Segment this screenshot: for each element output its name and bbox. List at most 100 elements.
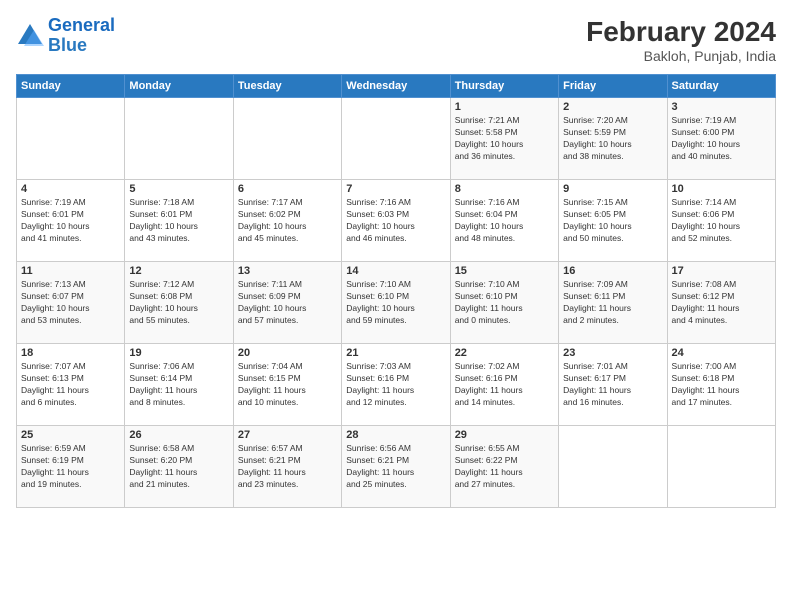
day-number: 15 xyxy=(455,265,554,277)
calendar-cell: 23Sunrise: 7:01 AMSunset: 6:17 PMDayligh… xyxy=(559,344,667,426)
day-info: Sunrise: 7:15 AMSunset: 6:05 PMDaylight:… xyxy=(563,197,662,245)
calendar-cell xyxy=(559,426,667,508)
day-info: Sunrise: 7:02 AMSunset: 6:16 PMDaylight:… xyxy=(455,361,554,409)
day-number: 13 xyxy=(238,265,337,277)
calendar-cell: 13 Sunrise: 7:11 AMSunset: 6:09 PMDayligh… xyxy=(233,262,341,344)
day-info: Sunrise: 7:03 AMSunset: 6:16 PMDaylight:… xyxy=(346,361,445,409)
day-info: Sunrise: 7:11 AMSunset: 6:09 PMDaylight:… xyxy=(238,279,337,327)
calendar-cell: 28Sunrise: 6:56 AMSunset: 6:21 PMDayligh… xyxy=(342,426,450,508)
day-number: 26 xyxy=(129,429,228,441)
calendar-week-3: 11 Sunrise: 7:13 AMSunset: 6:07 PMDayligh… xyxy=(17,262,776,344)
calendar-cell: 25 Sunrise: 6:59 AMSunset: 6:19 PMDayligh… xyxy=(17,426,125,508)
calendar-cell: 16 Sunrise: 7:09 AMSunset: 6:11 PMDayligh… xyxy=(559,262,667,344)
calendar-cell: 14 Sunrise: 7:10 AMSunset: 6:10 PMDayligh… xyxy=(342,262,450,344)
col-sunday: Sunday xyxy=(17,75,125,98)
logo-line1: General xyxy=(48,15,115,35)
logo-icon xyxy=(16,22,44,50)
logo-line2: Blue xyxy=(48,35,87,55)
calendar-cell: 17 Sunrise: 7:08 AMSunset: 6:12 PMDayligh… xyxy=(667,262,775,344)
day-info: Sunrise: 7:16 AMSunset: 6:03 PMDaylight:… xyxy=(346,197,445,245)
page-title: February 2024 xyxy=(586,16,776,48)
calendar-cell: 6 Sunrise: 7:17 AMSunset: 6:02 PMDaylight… xyxy=(233,180,341,262)
day-info: Sunrise: 6:58 AMSunset: 6:20 PMDaylight:… xyxy=(129,443,228,491)
calendar-cell: 19 Sunrise: 7:06 AMSunset: 6:14 PMDayligh… xyxy=(125,344,233,426)
day-number: 25 xyxy=(21,429,120,441)
day-number: 7 xyxy=(346,183,445,195)
calendar-page: General Blue February 2024 Bakloh, Punja… xyxy=(0,0,792,612)
day-number: 16 xyxy=(563,265,662,277)
day-info: Sunrise: 7:10 AMSunset: 6:10 PMDaylight:… xyxy=(346,279,445,327)
calendar-cell: 1 Sunrise: 7:21 AMSunset: 5:58 PMDaylight… xyxy=(450,98,558,180)
day-info: Sunrise: 6:59 AMSunset: 6:19 PMDaylight:… xyxy=(21,443,120,491)
col-saturday: Saturday xyxy=(667,75,775,98)
calendar-cell: 2 Sunrise: 7:20 AMSunset: 5:59 PMDaylight… xyxy=(559,98,667,180)
calendar-cell: 24Sunrise: 7:00 AMSunset: 6:18 PMDayligh… xyxy=(667,344,775,426)
calendar-cell: 22 Sunrise: 7:02 AMSunset: 6:16 PMDayligh… xyxy=(450,344,558,426)
calendar-cell: 11 Sunrise: 7:13 AMSunset: 6:07 PMDayligh… xyxy=(17,262,125,344)
col-friday: Friday xyxy=(559,75,667,98)
header: General Blue February 2024 Bakloh, Punja… xyxy=(16,16,776,64)
day-info: Sunrise: 7:14 AMSunset: 6:06 PMDaylight:… xyxy=(672,197,771,245)
day-info: Sunrise: 7:17 AMSunset: 6:02 PMDaylight:… xyxy=(238,197,337,245)
day-info: Sunrise: 6:55 AMSunset: 6:22 PMDaylight:… xyxy=(455,443,554,491)
day-info: Sunrise: 7:00 AMSunset: 6:18 PMDaylight:… xyxy=(672,361,771,409)
calendar-cell xyxy=(342,98,450,180)
calendar-header-row: Sunday Monday Tuesday Wednesday Thursday… xyxy=(17,75,776,98)
day-number: 2 xyxy=(563,101,662,113)
day-info: Sunrise: 7:04 AMSunset: 6:15 PMDaylight:… xyxy=(238,361,337,409)
calendar-cell: 5Sunrise: 7:18 AMSunset: 6:01 PMDaylight… xyxy=(125,180,233,262)
day-info: Sunrise: 7:21 AMSunset: 5:58 PMDaylight:… xyxy=(455,115,554,163)
day-number: 29 xyxy=(455,429,554,441)
day-info: Sunrise: 6:56 AMSunset: 6:21 PMDaylight:… xyxy=(346,443,445,491)
day-info: Sunrise: 7:08 AMSunset: 6:12 PMDaylight:… xyxy=(672,279,771,327)
day-number: 11 xyxy=(21,265,120,277)
logo: General Blue xyxy=(16,16,115,56)
calendar-table: Sunday Monday Tuesday Wednesday Thursday… xyxy=(16,74,776,508)
day-info: Sunrise: 7:10 AMSunset: 6:10 PMDaylight:… xyxy=(455,279,554,327)
calendar-cell xyxy=(17,98,125,180)
calendar-cell xyxy=(667,426,775,508)
calendar-cell: 12 Sunrise: 7:12 AMSunset: 6:08 PMDayligh… xyxy=(125,262,233,344)
calendar-cell: 18 Sunrise: 7:07 AMSunset: 6:13 PMDayligh… xyxy=(17,344,125,426)
calendar-cell: 26 Sunrise: 6:58 AMSunset: 6:20 PMDayligh… xyxy=(125,426,233,508)
day-info: Sunrise: 7:13 AMSunset: 6:07 PMDaylight:… xyxy=(21,279,120,327)
calendar-week-5: 25 Sunrise: 6:59 AMSunset: 6:19 PMDayligh… xyxy=(17,426,776,508)
calendar-cell: 9Sunrise: 7:15 AMSunset: 6:05 PMDaylight… xyxy=(559,180,667,262)
calendar-week-4: 18 Sunrise: 7:07 AMSunset: 6:13 PMDayligh… xyxy=(17,344,776,426)
day-number: 18 xyxy=(21,347,120,359)
day-number: 19 xyxy=(129,347,228,359)
calendar-cell xyxy=(233,98,341,180)
day-info: Sunrise: 7:12 AMSunset: 6:08 PMDaylight:… xyxy=(129,279,228,327)
calendar-cell xyxy=(125,98,233,180)
day-number: 12 xyxy=(129,265,228,277)
calendar-week-1: 1 Sunrise: 7:21 AMSunset: 5:58 PMDaylight… xyxy=(17,98,776,180)
day-number: 22 xyxy=(455,347,554,359)
calendar-cell: 8Sunrise: 7:16 AMSunset: 6:04 PMDaylight… xyxy=(450,180,558,262)
day-number: 1 xyxy=(455,101,554,113)
day-info: Sunrise: 7:07 AMSunset: 6:13 PMDaylight:… xyxy=(21,361,120,409)
day-info: Sunrise: 7:06 AMSunset: 6:14 PMDaylight:… xyxy=(129,361,228,409)
day-number: 14 xyxy=(346,265,445,277)
calendar-cell: 29 Sunrise: 6:55 AMSunset: 6:22 PMDayligh… xyxy=(450,426,558,508)
day-info: Sunrise: 7:19 AMSunset: 6:01 PMDaylight:… xyxy=(21,197,120,245)
day-number: 8 xyxy=(455,183,554,195)
calendar-cell: 4Sunrise: 7:19 AMSunset: 6:01 PMDaylight… xyxy=(17,180,125,262)
day-number: 20 xyxy=(238,347,337,359)
day-number: 27 xyxy=(238,429,337,441)
day-number: 21 xyxy=(346,347,445,359)
calendar-cell: 21 Sunrise: 7:03 AMSunset: 6:16 PMDayligh… xyxy=(342,344,450,426)
col-monday: Monday xyxy=(125,75,233,98)
col-tuesday: Tuesday xyxy=(233,75,341,98)
calendar-cell: 20 Sunrise: 7:04 AMSunset: 6:15 PMDayligh… xyxy=(233,344,341,426)
day-number: 6 xyxy=(238,183,337,195)
day-number: 10 xyxy=(672,183,771,195)
col-thursday: Thursday xyxy=(450,75,558,98)
day-info: Sunrise: 7:19 AMSunset: 6:00 PMDaylight:… xyxy=(672,115,771,163)
day-info: Sunrise: 7:09 AMSunset: 6:11 PMDaylight:… xyxy=(563,279,662,327)
calendar-cell: 10 Sunrise: 7:14 AMSunset: 6:06 PMDayligh… xyxy=(667,180,775,262)
day-number: 17 xyxy=(672,265,771,277)
day-info: Sunrise: 7:20 AMSunset: 5:59 PMDaylight:… xyxy=(563,115,662,163)
calendar-cell: 7 Sunrise: 7:16 AMSunset: 6:03 PMDaylight… xyxy=(342,180,450,262)
calendar-week-2: 4Sunrise: 7:19 AMSunset: 6:01 PMDaylight… xyxy=(17,180,776,262)
day-number: 23 xyxy=(563,347,662,359)
